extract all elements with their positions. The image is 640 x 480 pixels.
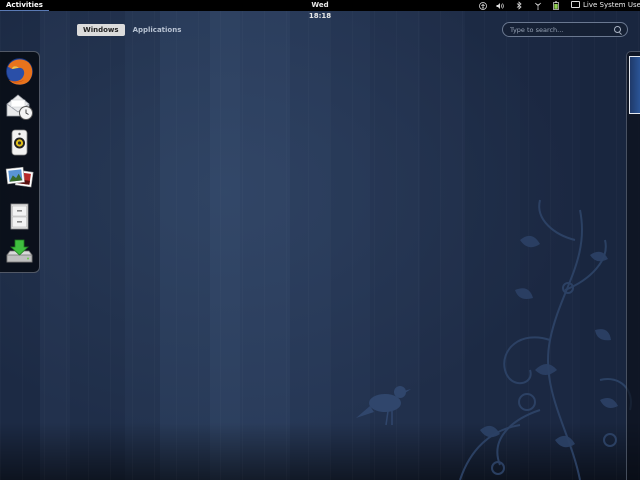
top-panel: Activities Wed 18:18 Live System User [0,0,640,20]
clock[interactable]: Wed 18:18 [300,0,340,22]
photos-icon [5,166,34,188]
install-icon [6,239,33,263]
network-icon[interactable] [533,0,543,11]
search-icon [614,26,621,33]
mail-clock-icon [6,94,33,120]
message-icon [571,0,580,8]
dash-item-shotwell[interactable] [4,163,35,194]
workspace-thumbnail[interactable] [629,56,640,114]
dash-item-firefox[interactable] [4,56,35,87]
speaker-icon [11,129,28,156]
tab-applications[interactable]: Applications [127,24,188,36]
tab-windows[interactable]: Windows [77,24,125,36]
dash-item-evolution[interactable] [4,91,35,122]
view-selector: Windows Applications [77,24,189,36]
volume-icon[interactable] [495,0,505,11]
battery-icon[interactable] [551,0,561,11]
desktop-overview: Activities Wed 18:18 Live System User Wi… [0,0,640,480]
accessibility-icon[interactable] [478,0,488,11]
dash-item-install[interactable] [4,236,35,267]
activities-button[interactable]: Activities [0,0,49,11]
bluetooth-icon[interactable] [514,0,524,11]
search-input[interactable] [510,23,610,36]
dash-item-files[interactable] [4,201,35,232]
file-cabinet-icon [10,203,29,230]
dash-item-rhythmbox[interactable] [4,127,35,158]
firefox-icon [6,58,33,85]
wallpaper-vine-art [356,199,632,480]
workspace-switcher [626,51,640,480]
user-menu[interactable]: Live System User [571,0,640,11]
search-box[interactable] [502,22,628,37]
user-name: Live System User [583,1,640,9]
dash [0,51,40,273]
